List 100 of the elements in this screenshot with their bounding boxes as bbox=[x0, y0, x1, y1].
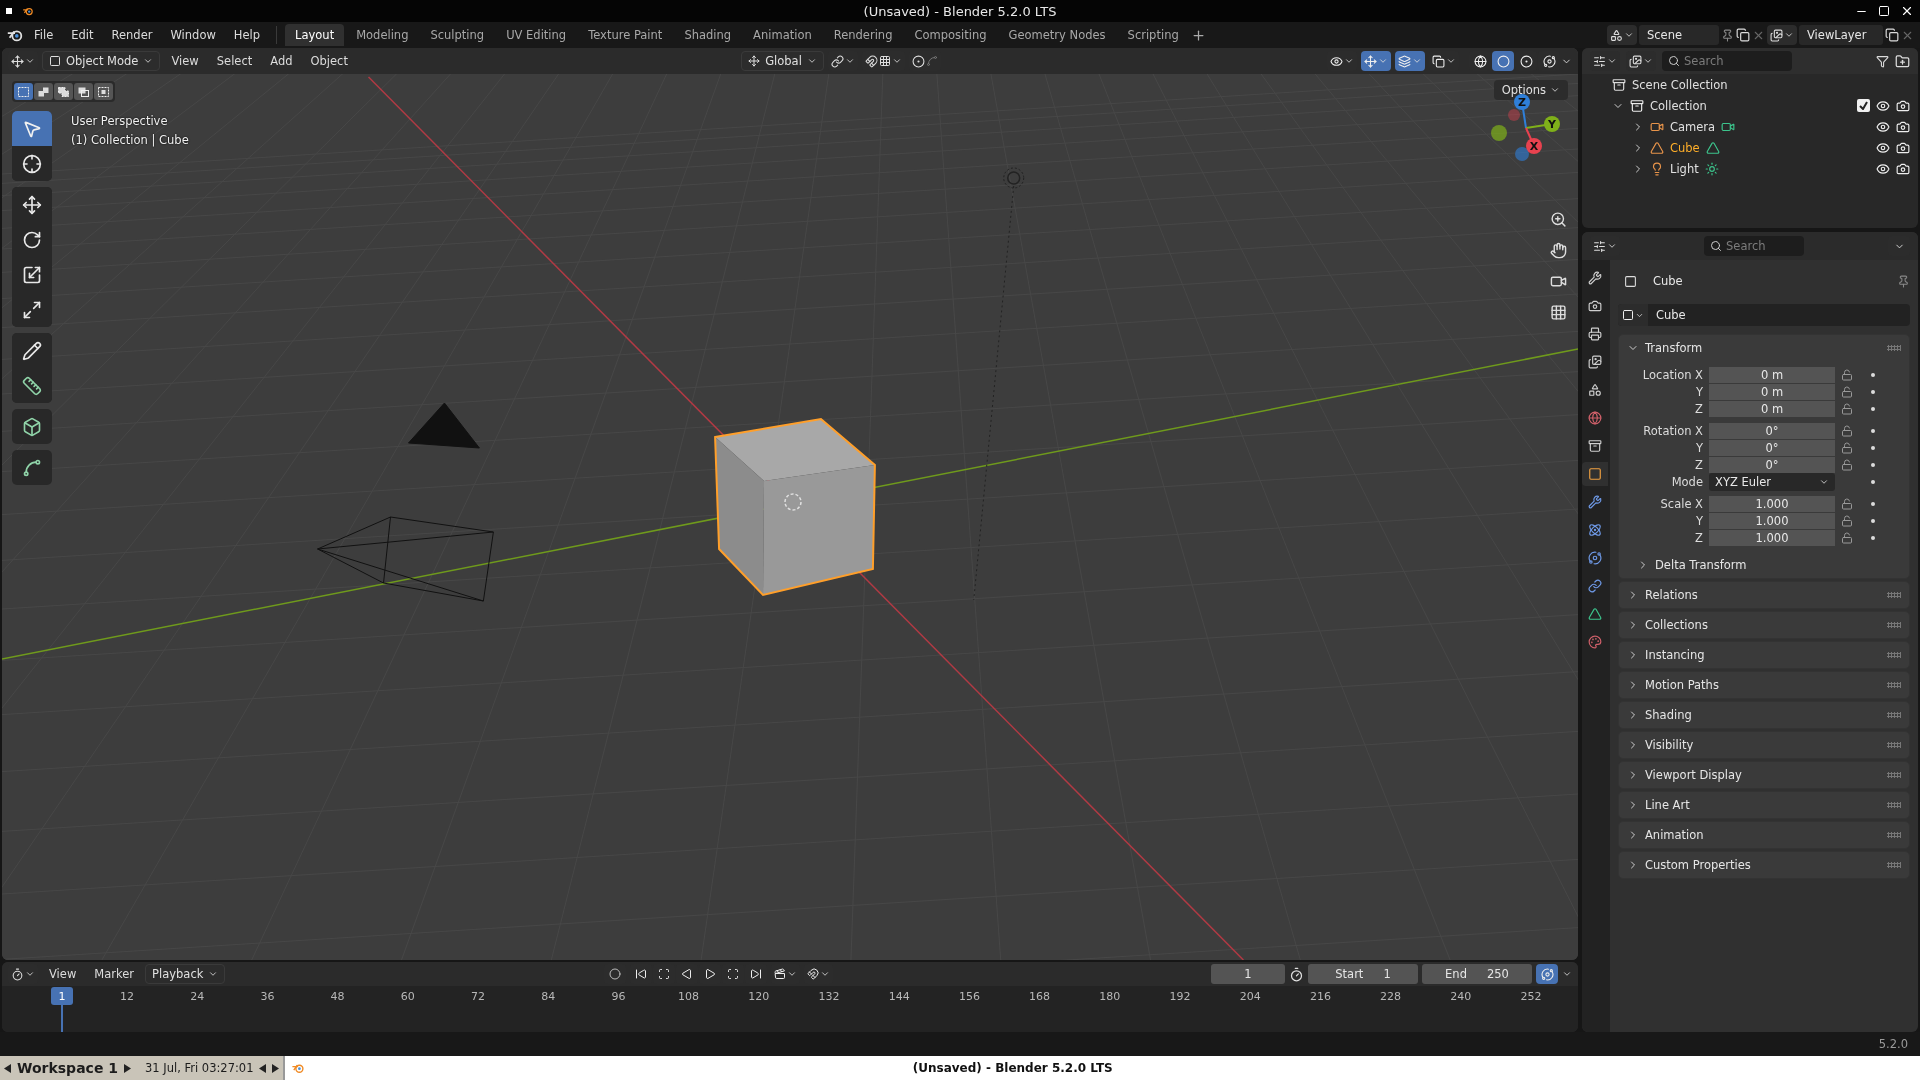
property-label: Location X bbox=[1641, 368, 1704, 382]
panel-title[interactable]: Instancing bbox=[1645, 648, 1881, 662]
workspace-tab[interactable]: Geometry Nodes bbox=[998, 24, 1116, 46]
workspace-tab[interactable]: Animation bbox=[743, 24, 822, 46]
frame-number: 36 bbox=[260, 990, 275, 1003]
search-field[interactable]: Search bbox=[1662, 51, 1792, 71]
object-name: Cube bbox=[1652, 274, 1683, 288]
field-label: End bbox=[1445, 967, 1467, 981]
start-frame-field[interactable]: Start 1 bbox=[1308, 964, 1418, 984]
object-name-field[interactable]: Cube bbox=[1618, 304, 1910, 326]
frame-number: 120 bbox=[748, 990, 770, 1003]
panel-title[interactable]: Collections bbox=[1645, 618, 1881, 632]
frame-number: 48 bbox=[330, 990, 345, 1003]
frame-number: 12 bbox=[120, 990, 134, 1003]
workspace-tab[interactable]: Sculpting bbox=[420, 24, 495, 46]
workspace-tab[interactable]: Layout bbox=[285, 24, 345, 46]
panel-title[interactable]: Shading bbox=[1645, 708, 1881, 722]
playback-dropdown[interactable]: Playback bbox=[145, 964, 226, 984]
number-field[interactable]: 0 m bbox=[1709, 367, 1835, 383]
menu-item[interactable]: View bbox=[164, 52, 206, 70]
frame-number: 156 bbox=[958, 990, 980, 1003]
frame-number: 72 bbox=[471, 990, 485, 1003]
timeline-ruler[interactable]: 1 12 24 36 48 60 72 84 96 108 120 132 144 156 168 180 192 204 216 228 240 252 bbox=[2, 986, 1578, 1032]
outliner-item[interactable]: Cube bbox=[1670, 140, 1700, 155]
panel-title[interactable]: Custom Properties bbox=[1645, 858, 1881, 872]
scene-field[interactable]: Scene bbox=[1639, 25, 1719, 45]
frame-number: 228 bbox=[1380, 990, 1402, 1003]
number-field[interactable]: 1.000 bbox=[1709, 496, 1835, 512]
property-label: Z bbox=[1694, 402, 1704, 416]
search-field[interactable]: Search bbox=[1704, 236, 1804, 256]
field-label: Start bbox=[1335, 967, 1364, 981]
property-label: Y bbox=[1694, 514, 1704, 528]
field-value: 250 bbox=[1486, 967, 1509, 981]
number-field[interactable]: 0° bbox=[1709, 423, 1835, 439]
panel-title[interactable]: Delta Transform bbox=[1655, 558, 1909, 572]
panel-title[interactable]: Visibility bbox=[1645, 738, 1881, 752]
menu-item[interactable]: Marker bbox=[87, 965, 142, 983]
current-frame-field[interactable]: 1 bbox=[1211, 964, 1285, 984]
frame-number: 84 bbox=[541, 990, 556, 1003]
frame-number: 216 bbox=[1309, 990, 1331, 1003]
outliner-item[interactable]: Camera bbox=[1670, 119, 1716, 134]
viewport-info-text: User Perspective bbox=[71, 114, 169, 128]
panel-title[interactable]: Relations bbox=[1645, 588, 1881, 602]
frame-number: 108 bbox=[678, 990, 700, 1003]
number-field[interactable]: 0 m bbox=[1709, 401, 1835, 417]
workspace-tab[interactable]: Modeling bbox=[346, 24, 419, 46]
frame-number: 168 bbox=[1029, 990, 1051, 1003]
number-field[interactable]: 1.000 bbox=[1709, 530, 1835, 546]
menu-item[interactable]: Edit bbox=[63, 25, 102, 45]
outliner-item[interactable]: Light bbox=[1670, 161, 1699, 176]
mode-dropdown[interactable]: XYZ Euler bbox=[1709, 473, 1835, 491]
window-title: (Unsaved) - Blender 5.2.0 LTS bbox=[863, 3, 1057, 19]
outliner-item[interactable]: Collection bbox=[1650, 98, 1707, 113]
menu-item[interactable]: Object bbox=[303, 52, 355, 70]
workspace-tab[interactable]: Compositing bbox=[904, 24, 997, 46]
version-text: 5.2.0 bbox=[1878, 1037, 1908, 1051]
workspace-tab[interactable]: Shading bbox=[674, 24, 742, 46]
number-field[interactable]: 0° bbox=[1709, 440, 1835, 456]
panel-title[interactable]: Animation bbox=[1645, 828, 1881, 842]
frame-number: 252 bbox=[1520, 990, 1542, 1003]
frame-number: 96 bbox=[611, 990, 626, 1003]
view-layer-field[interactable]: ViewLayer bbox=[1799, 25, 1883, 45]
workspace-tab[interactable]: UV Editing bbox=[496, 24, 577, 46]
menu-item[interactable]: Window bbox=[162, 25, 224, 45]
mode-dropdown[interactable]: Object Mode bbox=[42, 51, 161, 71]
frame-number: 24 bbox=[190, 990, 205, 1003]
field-value: 1 bbox=[1383, 967, 1391, 981]
workspace-tab[interactable]: Texture Paint bbox=[578, 24, 673, 46]
frame-number: 132 bbox=[818, 990, 840, 1003]
menu-item[interactable]: Help bbox=[225, 25, 269, 45]
frame-number: 192 bbox=[1169, 990, 1191, 1003]
frame-number: 180 bbox=[1099, 990, 1121, 1003]
playhead[interactable]: 1 bbox=[51, 987, 73, 1005]
end-frame-field[interactable]: End 250 bbox=[1422, 964, 1532, 984]
panel-title[interactable]: Motion Paths bbox=[1645, 678, 1881, 692]
orientation-dropdown[interactable]: Global bbox=[741, 51, 824, 71]
frame-number: 60 bbox=[400, 990, 415, 1003]
property-label: Y bbox=[1694, 441, 1704, 455]
frame-number: 204 bbox=[1239, 990, 1261, 1003]
menu-item[interactable]: File bbox=[26, 25, 62, 45]
panel-title[interactable]: Line Art bbox=[1645, 798, 1881, 812]
menu-item[interactable]: Render bbox=[103, 25, 161, 45]
task-title: (Unsaved) - Blender 5.2.0 LTS bbox=[911, 1061, 1114, 1075]
frame-number: 144 bbox=[888, 990, 910, 1003]
number-field[interactable]: 1.000 bbox=[1709, 513, 1835, 529]
frame-number: 240 bbox=[1450, 990, 1472, 1003]
panel-title[interactable]: Transform bbox=[1645, 341, 1881, 355]
property-label: Y bbox=[1694, 385, 1704, 399]
workspace-tab[interactable]: Rendering bbox=[823, 24, 903, 46]
number-field[interactable]: 0° bbox=[1709, 457, 1835, 473]
menu-item[interactable]: Select bbox=[209, 52, 260, 70]
workspace-tab[interactable]: Scripting bbox=[1117, 24, 1189, 46]
menu-item[interactable]: Add bbox=[263, 52, 300, 70]
property-label: Z bbox=[1694, 531, 1704, 545]
outliner-item[interactable]: Scene Collection bbox=[1632, 77, 1728, 92]
property-label: Rotation X bbox=[1642, 424, 1704, 438]
menu-item[interactable]: View bbox=[42, 965, 84, 983]
panel-title[interactable]: Viewport Display bbox=[1645, 768, 1881, 782]
number-field[interactable]: 0 m bbox=[1709, 384, 1835, 400]
property-label: Mode bbox=[1670, 475, 1704, 489]
